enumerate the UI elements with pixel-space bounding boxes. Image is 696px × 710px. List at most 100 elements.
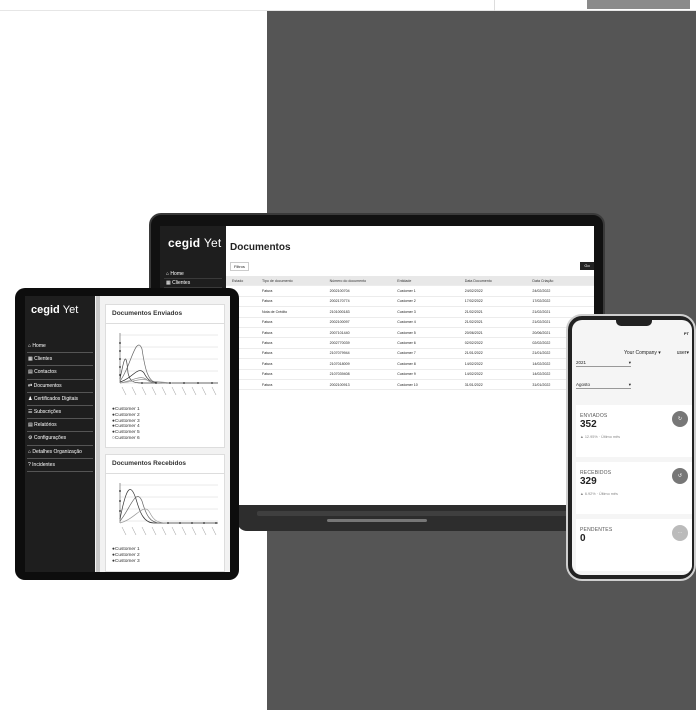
column-header[interactable]: Estado	[226, 279, 256, 283]
table-cell: 14/02/2022	[464, 361, 483, 366]
table-cell: Fatura	[262, 351, 273, 356]
data-points	[119, 342, 213, 384]
user-menu[interactable]: user▾	[677, 350, 689, 356]
sidebar-item-certificados[interactable]: ♟ Certificados Digitais	[27, 393, 93, 406]
pending-icon: ⋯	[672, 525, 688, 541]
filter-button[interactable]: Go	[580, 262, 594, 270]
table-cell: Customer 2	[397, 299, 416, 304]
table-cell: 17/02/2022	[464, 299, 483, 304]
laptop-main: Documentos Filtros Go Estado Tipo de doc…	[226, 226, 594, 506]
column-header[interactable]: Entidade	[391, 279, 459, 283]
sidebar-item-relatorios[interactable]: ▤ Relatórios	[27, 419, 93, 433]
table-cell: Customer 10	[397, 382, 418, 387]
card-value: 352	[580, 419, 597, 430]
card-title: Documentos Enviados	[112, 310, 183, 317]
tablet-screen: cegid Yet ⌂ Home ▦ Clientes ▤ Contactos …	[25, 296, 230, 572]
chevron-down-icon: ▾	[628, 360, 631, 365]
sidebar-item-clientes[interactable]: ▦ Clientes	[27, 353, 93, 367]
column-header[interactable]: Tipo de documento	[256, 279, 324, 283]
table-row[interactable]: Nota de Crédito 2101000183 Customer 3 21/02…	[226, 307, 594, 318]
column-header[interactable]: Data Criação	[526, 279, 594, 283]
laptop-nav-home[interactable]: ⌂ Home	[164, 270, 222, 279]
table-cell: Nota de Crédito	[262, 309, 288, 314]
gear-icon: ⚙	[28, 435, 33, 442]
table-cell: Customer 1	[397, 289, 416, 294]
building-icon: ⌂	[28, 448, 32, 455]
table-cell: 21/02/2021	[464, 309, 483, 314]
table-cell: 14/02/2022	[464, 372, 483, 377]
table-cell: Fatura	[262, 289, 273, 294]
table-cell: Customer 4	[397, 320, 416, 325]
table-row[interactable]: Fatura 2002100913 Customer 10 31/01/2022 31/…	[226, 380, 594, 391]
grid-icon: ▦	[166, 280, 171, 286]
table-cell: 31/01/2022	[464, 382, 483, 387]
table-cell: 2002170774	[329, 299, 350, 304]
year-select[interactable]: 2021 ▾	[576, 360, 631, 367]
table-cell: Fatura	[262, 299, 273, 304]
tablet-scrollbar[interactable]	[96, 296, 100, 572]
legend-item[interactable]: ●Customer 3	[112, 559, 140, 565]
enviados-legend: ●Customer 1 ●Customer 2 ●Customer 3 ●Cus…	[112, 407, 140, 442]
legend-item[interactable]: ○Customer 6	[112, 436, 140, 442]
sidebar-item-incidentes[interactable]: ? Incidentes	[27, 459, 93, 472]
table-row[interactable]: Fatura 2002100097 Customer 4 21/02/2021 21/0…	[226, 318, 594, 328]
laptop-nav-clientes[interactable]: ▦ Clientes	[164, 279, 222, 288]
table-cell: Fatura	[262, 341, 273, 346]
table-row[interactable]: Fatura 2107018009 Customer 8 14/02/2022 14/0…	[226, 359, 594, 370]
table-cell: 21/02/2021	[464, 320, 483, 325]
chart-grid	[120, 484, 218, 522]
chevron-down-icon: ▾	[628, 382, 631, 387]
card-divider	[106, 473, 224, 474]
enviados-chart	[119, 333, 218, 396]
recebidos-chart	[119, 483, 218, 536]
column-header[interactable]: Número do documento	[324, 279, 392, 283]
sidebar-item-contactos[interactable]: ▤ Contactos	[27, 366, 93, 380]
month-select[interactable]: Agosto ▾	[576, 382, 631, 389]
table-cell: Fatura	[262, 372, 273, 377]
documentos-recebidos-card: Documentos Recebidos ●Customer 1 ●Custom…	[105, 454, 225, 572]
series-line	[119, 344, 218, 384]
enviados-card[interactable]: ENVIADOS 352 ▲ 12.95% · Último mês ↻	[576, 405, 692, 457]
chart-grid	[120, 334, 218, 384]
sidebar-item-detalhes[interactable]: ⌂ Detalhes Organização	[27, 446, 93, 459]
recebidos-card[interactable]: RECEBIDOS 329 ▲ 6.92% · Último mês ↺	[576, 462, 692, 514]
card-value: 0	[580, 533, 586, 544]
table-cell: 2002770039	[329, 341, 350, 346]
table-row[interactable]: Fatura 2007101440 Customer 5 20/06/2021 20/0…	[226, 328, 594, 339]
top-bar-tab[interactable]	[587, 0, 690, 9]
table-cell: Fatura	[262, 382, 273, 387]
laptop-nav: ⌂ Home ▦ Clientes	[164, 270, 222, 288]
table-row[interactable]: Fatura 2002770039 Customer 6 02/02/2022 02/0…	[226, 338, 594, 349]
table-row[interactable]: Fatura 2107039408 Customer 9 14/02/2022 14/0…	[226, 370, 594, 380]
table-cell: 2107039408	[329, 372, 350, 377]
sidebar-item-documentos[interactable]: ⇄ Documentos	[27, 380, 93, 393]
sidebar-item-home[interactable]: ⌂ Home	[27, 340, 93, 354]
table-row[interactable]: Fatura 2107079944 Customer 7 21/01/2022 21/0…	[226, 349, 594, 360]
grid-icon: ▦	[28, 356, 33, 363]
table-row[interactable]: Fatura 2002170774 Customer 2 17/02/2022 17/0…	[226, 297, 594, 308]
column-header[interactable]: Data Documento	[459, 279, 527, 283]
tablet-logo: cegid Yet	[31, 304, 79, 316]
card-title: Documentos Recebidos	[112, 460, 187, 467]
table-cell: Fatura	[262, 320, 273, 325]
card-value: 329	[580, 476, 597, 487]
data-points	[119, 490, 217, 524]
table-cell: Customer 5	[397, 330, 416, 335]
table-cell: 2007101440	[329, 330, 350, 335]
sidebar-item-subscricoes[interactable]: ☰ Subscrições	[27, 406, 93, 420]
tablet-sidebar: cegid Yet ⌂ Home ▦ Clientes ▤ Contactos …	[25, 296, 95, 572]
table-cell: Customer 6	[397, 341, 416, 346]
series-line	[119, 370, 163, 384]
filter-input[interactable]: Filtros	[230, 262, 249, 271]
pendentes-card[interactable]: PENDENTES 0 ⋯	[576, 519, 692, 571]
company-selector[interactable]: Your Company ▾	[624, 350, 661, 356]
sidebar-item-configuracoes[interactable]: ⚙ Configurações	[27, 432, 93, 446]
language-selector[interactable]: PT	[684, 331, 689, 336]
laptop-logo: cegid Yet	[168, 236, 222, 250]
report-icon: ▤	[28, 422, 33, 429]
phone-screen: PT Your Company ▾ user▾ 2021 ▾ Agosto ▾ …	[572, 320, 692, 575]
table-row[interactable]: Fatura 2002100704 Customer 1 24/02/2022 24/0…	[226, 286, 594, 297]
home-icon: ⌂	[166, 271, 170, 277]
question-icon: ?	[28, 461, 31, 468]
x-tick-labels	[121, 526, 217, 536]
